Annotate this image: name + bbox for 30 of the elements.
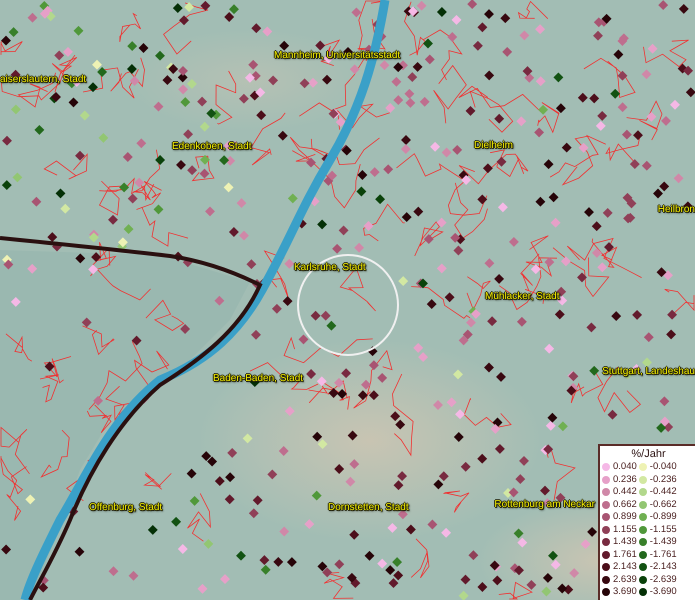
legend-label: -1.761 — [650, 548, 677, 561]
legend-label: 1.761 — [613, 548, 637, 561]
legend-label: -2.143 — [650, 561, 677, 574]
legend-label: 1.439 — [613, 536, 637, 548]
legend-label: -3.690 — [650, 586, 677, 598]
legend-label: 0.040 — [613, 461, 637, 474]
legend-label: -0.662 — [650, 498, 677, 511]
legend-label: -0.236 — [650, 474, 677, 486]
place-label: Heilbron — [658, 204, 695, 216]
legend-label: 0.899 — [613, 511, 637, 524]
legend-label: 0.442 — [613, 486, 637, 498]
legend-label: 0.662 — [613, 498, 637, 511]
legend-label: 2.143 — [613, 561, 637, 574]
legend-label: 3.690 — [613, 586, 637, 598]
legend-title: %/Jahr — [630, 448, 667, 461]
legend-label: -1.155 — [650, 524, 677, 536]
legend-label: 2.639 — [613, 574, 637, 586]
place-label: Offenburg, Stadt — [89, 502, 162, 514]
place-label: Edenkoben, Stadt — [172, 141, 252, 153]
place-label: Dielheim — [474, 140, 513, 152]
place-label: Rottenburg am Neckar — [494, 499, 595, 511]
legend-label: -0.899 — [650, 511, 677, 524]
legend-label: -2.639 — [650, 574, 677, 586]
legend-label: -0.442 — [650, 486, 677, 498]
legend-label: -0.040 — [650, 461, 677, 474]
place-label: Karlsruhe, Stadt — [294, 262, 366, 274]
place-label: Dornstetten, Stadt — [328, 502, 409, 514]
legend-label: 1.155 — [613, 524, 637, 536]
legend-label: 0.236 — [613, 474, 637, 486]
legend-label: -1.439 — [650, 536, 677, 548]
